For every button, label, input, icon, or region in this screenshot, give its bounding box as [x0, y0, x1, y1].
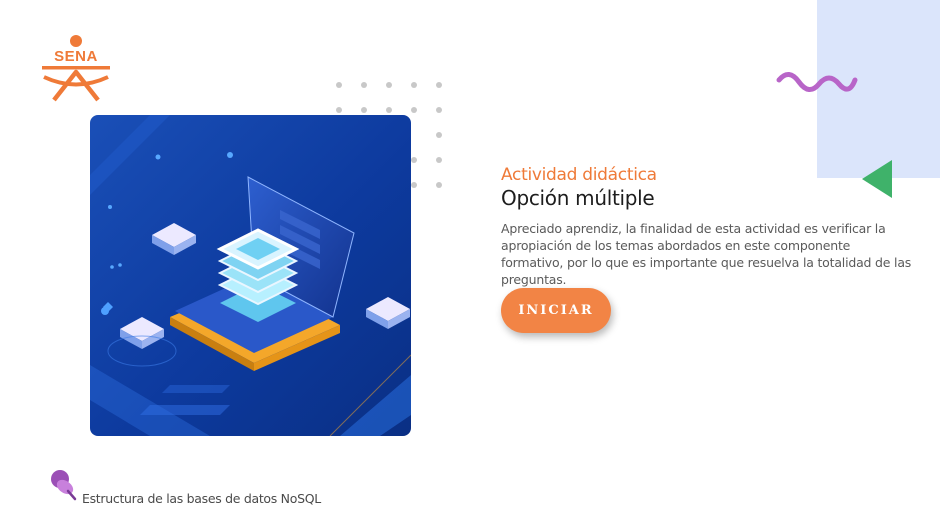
course-title: Estructura de las bases de datos NoSQL — [82, 491, 321, 506]
start-button[interactable]: INICIAR — [501, 288, 611, 333]
activity-title: Opción múltiple — [501, 186, 655, 210]
activity-eyebrow: Actividad didáctica — [501, 165, 657, 185]
server-stack — [216, 228, 300, 322]
activity-content: Actividad didáctica Opción múltiple Apre… — [501, 164, 921, 288]
logo-text: SENA — [54, 48, 98, 65]
hero-illustration — [90, 115, 411, 436]
pushpin-icon — [51, 470, 77, 501]
activity-description: Apreciado aprendiz, la finalidad de esta… — [501, 221, 912, 287]
wave-decoration-icon — [776, 72, 858, 92]
sena-logo: SENA — [42, 35, 110, 102]
